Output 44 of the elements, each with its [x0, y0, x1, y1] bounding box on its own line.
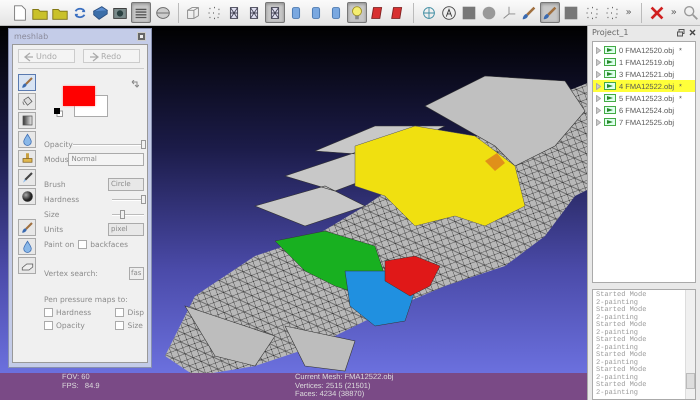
brush-tool[interactable] — [18, 74, 36, 91]
sphere-tool[interactable] — [18, 188, 36, 205]
drop-tool[interactable] — [18, 238, 36, 255]
overflow-chevron[interactable]: » — [668, 7, 680, 18]
eye-icon[interactable] — [604, 46, 616, 54]
eye-icon[interactable] — [604, 94, 616, 102]
panel-title: Project_1 — [592, 28, 628, 37]
toolbar-button[interactable] — [131, 2, 152, 23]
gradient-icon — [20, 113, 34, 128]
eye-icon[interactable] — [604, 58, 616, 66]
checkbox[interactable] — [115, 321, 124, 330]
sphere-icon — [20, 189, 34, 204]
foreground-color-swatch[interactable] — [63, 86, 95, 106]
stamp-tool[interactable] — [18, 150, 36, 167]
close-icon[interactable] — [689, 29, 696, 36]
circle-icon — [440, 4, 458, 22]
overflow-chevron[interactable]: » — [622, 7, 635, 18]
eye-icon[interactable] — [604, 70, 616, 78]
eyedropper-tool[interactable] — [18, 169, 36, 186]
search-icon — [682, 4, 700, 22]
brush-icon — [20, 220, 34, 235]
toolbar-button[interactable] — [264, 2, 285, 23]
scrollbar[interactable] — [685, 290, 695, 399]
checkbox[interactable] — [44, 321, 53, 330]
checkbox[interactable] — [115, 308, 124, 317]
eye-icon[interactable] — [604, 118, 616, 126]
disk-icon — [91, 4, 110, 22]
dialog-title: meshlab — [14, 32, 48, 41]
eye-icon[interactable] — [604, 82, 616, 90]
drop-tool[interactable] — [18, 131, 36, 148]
checkbox[interactable] — [78, 240, 88, 249]
swap-colors-icon[interactable] — [131, 80, 139, 88]
gradient-tool[interactable] — [18, 112, 36, 129]
eraser-tool[interactable] — [18, 257, 36, 274]
reset-colors-icon[interactable] — [54, 108, 63, 117]
square-icon — [562, 4, 580, 22]
checkbox[interactable] — [44, 308, 53, 317]
bucket-tool[interactable] — [18, 93, 36, 110]
square-icon — [460, 4, 478, 22]
blob-icon — [480, 4, 498, 22]
brush-tool[interactable] — [18, 219, 36, 236]
float-icon[interactable] — [677, 28, 685, 36]
brush-icon — [20, 75, 34, 90]
eye-icon[interactable] — [604, 106, 616, 114]
